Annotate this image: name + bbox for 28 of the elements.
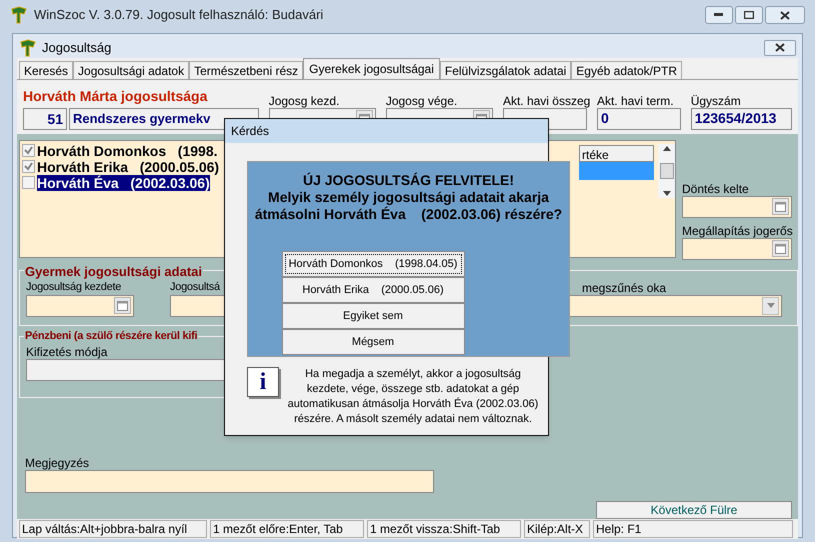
- status-text: 1 mezőt előre:Enter, Tab: [210, 520, 364, 538]
- field-label: Jogosg kezd.: [268, 92, 340, 108]
- field-label: Kifizetés módja: [26, 344, 108, 358]
- status-text: Help: F1: [593, 520, 793, 538]
- entitlement-title: Horváth Márta jogosultsága: [23, 86, 208, 106]
- dialog-heading: ÚJ JOGOSULTSÁG FELVITELE!: [302, 172, 514, 189]
- status-text: Lap váltás:Alt+jobbra-balra nyíl: [19, 520, 207, 538]
- code-field: 51: [23, 108, 67, 130]
- window-title: WinSzoc V. 3.0.79. Jogosult felhasználó: Budavári: [34, 6, 324, 24]
- question-text: Melyik személy jogosultsági adatait akarja: [268, 189, 549, 206]
- field-label: Megállapítás jogerős: [682, 222, 792, 238]
- status-text: 1 mezőt vissza:Shift-Tab: [367, 520, 521, 538]
- field-label: Ügyszám: [690, 92, 742, 108]
- info-icon: i: [247, 367, 279, 397]
- child-window-title: Jogosultság: [42, 39, 112, 57]
- field-label: Megjegyzés: [25, 454, 90, 470]
- field-label: Akt. havi összeg: [502, 92, 587, 108]
- field-label: Jogosultság kezdete: [26, 280, 122, 294]
- field-label: Döntés kelte: [682, 180, 750, 196]
- question-text: átmásolni Horváth Éva (2002.03.06) részére?: [254, 206, 562, 223]
- field-label: Jogosultsá: [170, 280, 222, 294]
- field-label: Akt. havi term.: [596, 92, 675, 108]
- group-title: Pénzbeni (a szülő részére kerül kifi: [24, 328, 198, 344]
- grid-header: rtéke: [579, 144, 654, 162]
- info-text: Ha megadja a személyt, akkor a jogosultság kezdete, vége, összege stb. adatokat a gép automatikusan átmásolja Horváth Éva (2002.03.06) részére. A másolt személy adatai nem változnak.: [286, 367, 540, 427]
- field-label: megszűnés oka: [581, 280, 668, 294]
- field-label: Jogosg vége.: [386, 92, 458, 108]
- status-text: Kilép:Alt-X: [524, 520, 590, 538]
